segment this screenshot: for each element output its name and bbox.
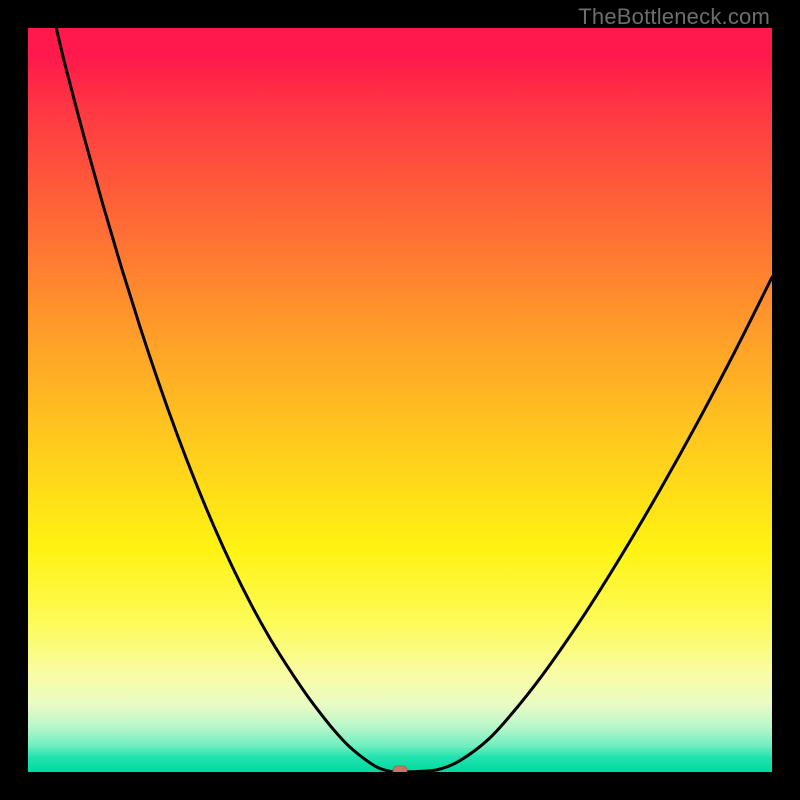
- notch-marker: [393, 766, 407, 772]
- plot-area: [28, 28, 772, 772]
- chart-canvas: TheBottleneck.com: [0, 0, 800, 800]
- watermark-text: TheBottleneck.com: [578, 4, 770, 30]
- bottleneck-curve: [28, 28, 772, 772]
